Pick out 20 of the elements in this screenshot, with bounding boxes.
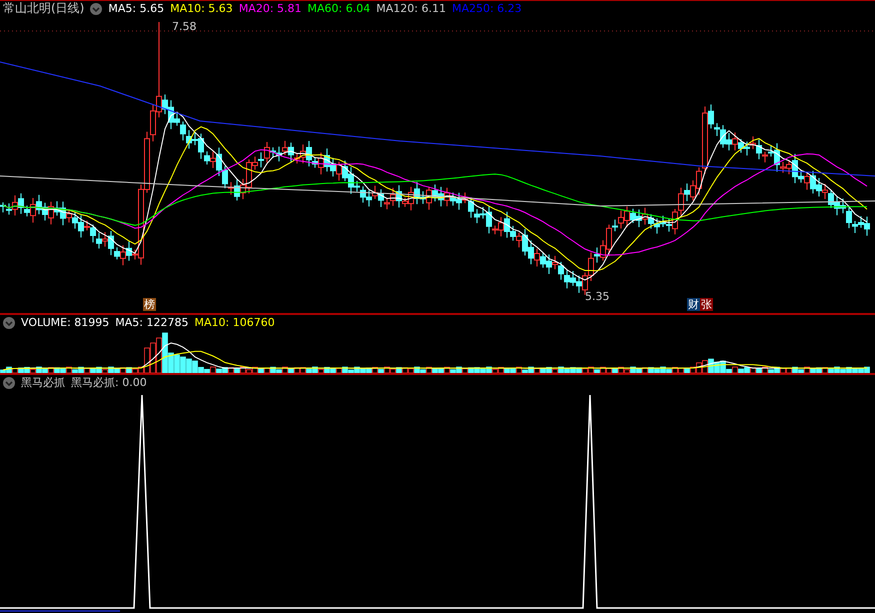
ma-value: MA120: 6.11: [376, 2, 446, 15]
volume-value: MA5: 122785: [115, 316, 188, 329]
low-price-label: 5.35: [585, 290, 610, 303]
ma-value: MA10: 5.63: [170, 2, 233, 15]
stock-title: 常山北明(日线): [3, 1, 84, 17]
volume-value: MA10: 106760: [194, 316, 275, 329]
event-badge: 榜: [143, 298, 156, 311]
ma-value: MA60: 6.04: [308, 2, 370, 15]
ma-value: MA20: 5.81: [238, 2, 302, 15]
event-badge: 张: [700, 298, 713, 311]
volume-value: VOLUME: 81995: [21, 316, 110, 329]
event-badge: 财: [687, 298, 700, 311]
ma-value: MA5: 5.65: [108, 2, 164, 15]
chevron-down-icon[interactable]: [90, 2, 102, 14]
indicator-value: 黑马必抓: 0.00: [71, 375, 147, 390]
ma-value: MA250: 6.23: [452, 2, 522, 15]
indicator-value: 黑马必抓: [21, 375, 65, 390]
chevron-down-icon[interactable]: [3, 376, 15, 388]
high-price-label: 7.58: [172, 20, 196, 33]
chevron-down-icon[interactable]: [3, 316, 15, 328]
